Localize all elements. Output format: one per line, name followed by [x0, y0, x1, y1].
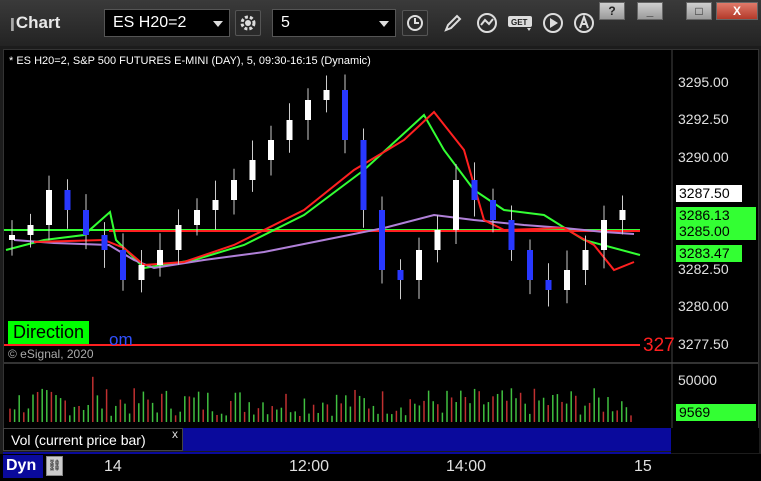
minimize-button[interactable]: _ — [637, 2, 663, 20]
candle-body — [434, 230, 441, 250]
chevron-down-icon[interactable] — [379, 21, 389, 27]
chart-title: * ES H20=2, S&P 500 FUTURES E-MINI (DAY)… — [9, 55, 371, 67]
candle-body — [249, 160, 256, 180]
symbol-field[interactable]: ES H20=2 — [104, 9, 230, 37]
clock-icon[interactable] — [402, 10, 428, 36]
candle-body — [527, 250, 533, 280]
svg-text:GET: GET — [511, 18, 528, 27]
gear-icon[interactable] — [235, 10, 261, 36]
toolbar: || Chart ES H20=2 5 GET ? _ □ X — [0, 0, 761, 46]
price-chart[interactable]: * ES H20=2, S&P 500 FUTURES E-MINI (DAY)… — [3, 49, 759, 429]
x-label: 12:00 — [289, 458, 330, 475]
volume-study-label[interactable]: Vol (current price bar) — [3, 428, 183, 451]
help-button[interactable]: ? — [599, 2, 625, 20]
candle-body — [601, 220, 607, 250]
close-icon[interactable]: x — [172, 427, 178, 441]
candle-body — [175, 225, 182, 250]
candle-body — [416, 250, 422, 280]
y-label: 3292.50 — [678, 111, 729, 127]
x-label: 14:00 — [446, 458, 487, 475]
watermark-text: om — [109, 330, 133, 349]
candle-body — [323, 90, 330, 100]
x-label: 14 — [104, 458, 122, 475]
candle-body — [138, 265, 145, 280]
candle-body — [360, 140, 367, 210]
volume-y-label: 50000 — [678, 372, 717, 388]
chart-window: || Chart ES H20=2 5 GET ? _ □ X * ES H20=… — [0, 0, 761, 481]
window-title[interactable]: || Chart — [10, 13, 60, 33]
study-icon[interactable] — [474, 10, 500, 36]
candle-body — [286, 120, 293, 140]
candle-body — [64, 190, 71, 210]
maximize-button[interactable]: □ — [686, 2, 712, 20]
volume-badge: 9569 — [676, 404, 756, 421]
grip-icon[interactable]: || — [10, 15, 15, 31]
candle-body — [157, 250, 163, 265]
candle-body — [490, 200, 496, 220]
candle-body — [120, 250, 126, 280]
alert-icon[interactable] — [571, 10, 597, 36]
direction-label: Direction — [8, 321, 90, 344]
candle-body — [83, 210, 89, 235]
candle-body — [453, 180, 459, 230]
y-label: 3290.00 — [678, 149, 729, 165]
copyright: © eSignal, 2020 — [8, 347, 94, 361]
dynamic-mode-button[interactable]: Dyn — [3, 455, 43, 478]
symbol-value: ES H20=2 — [113, 14, 187, 31]
green-ma-badge: 3286.13 — [676, 207, 756, 224]
candle-body — [619, 210, 626, 220]
x-label: 15 — [634, 458, 652, 475]
y-label: 3295.00 — [678, 74, 729, 90]
green-level-badge: 3285.00 — [676, 223, 756, 240]
pencil-icon[interactable] — [440, 10, 466, 36]
chevron-down-icon[interactable] — [213, 21, 223, 27]
candle-body — [27, 225, 34, 235]
y-label: 3280.00 — [678, 298, 729, 314]
candle-body — [508, 220, 515, 250]
get-data-icon[interactable]: GET — [506, 10, 536, 36]
candle-body — [231, 180, 237, 200]
y-label: 3277.50 — [678, 336, 729, 352]
red-ma-line — [33, 110, 635, 272]
candle-body — [342, 90, 348, 140]
candle-body — [545, 280, 552, 290]
link-icon[interactable]: ⛓ — [46, 456, 63, 476]
interval-field[interactable]: 5 — [272, 9, 396, 37]
candle-body — [397, 270, 404, 280]
last-price-badge: 3287.50 — [676, 185, 742, 202]
candle-body — [268, 140, 274, 160]
candle-body — [212, 200, 219, 210]
red-level-badge: 327 — [643, 335, 675, 356]
y-label: 3282.50 — [678, 261, 729, 277]
candle-body — [194, 210, 200, 225]
window-title-text: Chart — [15, 13, 61, 32]
candle-body — [46, 190, 52, 225]
play-icon[interactable] — [540, 10, 566, 36]
candle-body — [564, 270, 570, 290]
candle-body — [101, 235, 108, 250]
close-button[interactable]: X — [716, 2, 758, 20]
study-pane-strip — [183, 428, 671, 451]
chart-canvas[interactable] — [4, 50, 758, 428]
candle-body — [582, 250, 589, 270]
candle-body — [379, 210, 385, 270]
green-low-badge: 3283.47 — [676, 245, 742, 262]
candle-body — [9, 235, 15, 240]
axis-corner — [671, 428, 759, 453]
candle-body — [471, 180, 478, 200]
candle-body — [305, 100, 311, 120]
interval-value: 5 — [281, 14, 290, 31]
